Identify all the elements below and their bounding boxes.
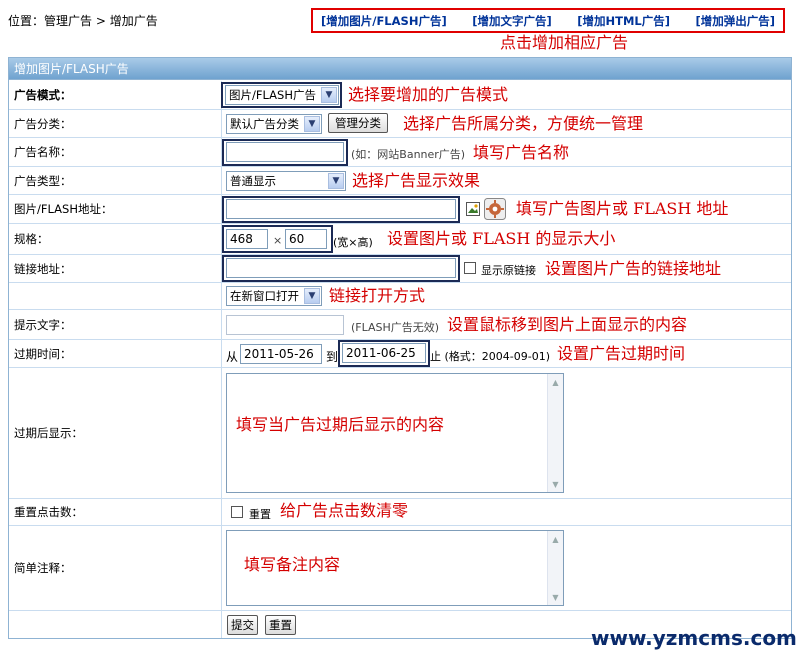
label-expire: 过期时间： — [9, 340, 222, 367]
scrollbar[interactable]: ▲ ▼ — [547, 374, 563, 492]
expire-end-input[interactable]: 2011-06-25 — [342, 343, 426, 363]
upload-gear-icon[interactable] — [484, 198, 506, 220]
ad-type-select-value: 普通显示 — [230, 174, 276, 188]
manage-category-button[interactable]: 管理分类 — [328, 113, 388, 133]
expire-to-label: 到 — [326, 350, 339, 364]
nav-add-popup-ad[interactable]: [增加弹出广告] — [695, 13, 775, 29]
label-actions — [9, 611, 222, 638]
label-url: 图片/FLASH地址： — [9, 195, 222, 223]
label-target — [9, 283, 222, 309]
reset-button[interactable]: 重置 — [265, 615, 296, 635]
label-tip: 提示文字： — [9, 310, 222, 339]
chevron-down-icon: ▼ — [304, 116, 320, 132]
scroll-up-icon[interactable]: ▲ — [548, 374, 563, 390]
mode-select[interactable]: 图片/FLASH广告 ▼ — [225, 85, 339, 105]
reset-clicks-checkbox[interactable] — [231, 506, 243, 518]
label-reset-clicks: 重置点击数： — [9, 499, 222, 525]
ad-name-input[interactable] — [226, 142, 344, 162]
annotation-target: 链接打开方式 — [329, 286, 426, 305]
label-mode: 广告模式： — [9, 81, 222, 109]
category-select-value: 默认广告分类 — [230, 117, 299, 131]
link-target-select-value: 在新窗口打开 — [230, 289, 299, 303]
annotation-expire: 设置广告过期时间 — [557, 344, 686, 363]
scroll-up-icon[interactable]: ▲ — [548, 531, 563, 547]
scroll-down-icon[interactable]: ▼ — [548, 476, 563, 492]
annotation-type: 选择广告显示效果 — [352, 171, 481, 190]
chevron-down-icon: ▼ — [328, 173, 344, 189]
annotation-size: 设置图片或 FLASH 的显示大小 — [387, 229, 616, 248]
scrollbar[interactable]: ▲ ▼ — [547, 531, 563, 605]
tip-text-input[interactable] — [226, 315, 344, 335]
label-size: 规格： — [9, 224, 222, 254]
annotation-tip: 设置鼠标移到图片上面显示的内容 — [447, 315, 688, 334]
row-remark: 简单注释： ▲ ▼ — [9, 526, 791, 611]
expire-start-input[interactable]: 2011-05-26 — [240, 344, 322, 364]
panel-title: 增加图片/FLASH广告 — [9, 58, 791, 80]
row-name: 广告名称： (如：网站Banner广告) — [9, 138, 791, 167]
annotation-category: 选择广告所属分类，方便统一管理 — [403, 114, 644, 133]
watermark-text: www.yzmcms.com — [591, 626, 797, 650]
size-times: × — [273, 234, 283, 247]
row-category: 广告分类： 默认广告分类 ▼ 管理分类 — [9, 110, 791, 138]
reset-clicks-checkbox-label: 重置 — [249, 508, 271, 521]
label-category: 广告分类： — [9, 110, 222, 137]
nav-add-image-flash-ad[interactable]: [增加图片/FLASH广告] — [321, 13, 447, 29]
annotation-nav: 点击增加相应广告 — [500, 33, 629, 52]
breadcrumb: 位置：管理广告 > 增加广告 — [8, 12, 158, 29]
annotation-reset-clicks: 给广告点击数清零 — [280, 501, 409, 520]
breadcrumb-separator: > — [92, 14, 110, 28]
mode-select-value: 图片/FLASH广告 — [229, 88, 316, 102]
annotation-link: 设置图片广告的链接地址 — [545, 259, 722, 278]
image-url-input[interactable] — [226, 199, 456, 219]
ad-type-nav: [增加图片/FLASH广告] [增加文字广告] [增加HTML广告] [增加弹出… — [311, 8, 785, 33]
annotation-expired-show: 填写当广告过期后显示的内容 — [236, 415, 445, 434]
chevron-down-icon: ▼ — [304, 288, 320, 304]
height-input[interactable]: 60 — [285, 229, 327, 249]
label-name: 广告名称： — [9, 138, 222, 166]
annotation-url: 填写广告图片或 FLASH 地址 — [516, 199, 729, 218]
nav-add-text-ad[interactable]: [增加文字广告] — [472, 13, 552, 29]
tip-hint: (FLASH广告无效) — [351, 321, 440, 334]
size-hint: (宽×高) — [333, 236, 373, 249]
annotation-remark: 填写备注内容 — [244, 555, 341, 574]
category-select[interactable]: 默认广告分类 ▼ — [226, 114, 322, 134]
label-type: 广告类型： — [9, 167, 222, 194]
show-original-link-checkbox[interactable] — [464, 262, 476, 274]
annotation-mode: 选择要增加的广告模式 — [348, 85, 509, 104]
breadcrumb-current: 增加广告 — [109, 14, 158, 28]
image-picker-icon[interactable] — [466, 202, 480, 216]
expire-from-label: 从 — [226, 350, 239, 364]
expire-format-hint: 止 (格式：2004-09-01) — [430, 350, 551, 363]
breadcrumb-prefix: 位置： — [8, 14, 45, 28]
name-hint: (如：网站Banner广告) — [351, 148, 466, 161]
link-url-input[interactable] — [226, 258, 456, 278]
scroll-down-icon[interactable]: ▼ — [548, 589, 563, 605]
show-original-link-label: 显示原链接 — [481, 264, 536, 277]
ad-type-select[interactable]: 普通显示 ▼ — [226, 171, 346, 191]
breadcrumb-manage-link[interactable]: 管理广告 — [44, 14, 92, 28]
submit-button[interactable]: 提交 — [227, 615, 258, 635]
label-link: 链接地址： — [9, 255, 222, 282]
annotation-name: 填写广告名称 — [473, 143, 570, 162]
label-remark: 简单注释： — [9, 526, 222, 610]
width-input[interactable]: 468 — [226, 229, 268, 249]
chevron-down-icon: ▼ — [321, 87, 337, 103]
label-expired-show: 过期后显示： — [9, 368, 222, 498]
link-target-select[interactable]: 在新窗口打开 ▼ — [226, 286, 322, 306]
nav-add-html-ad[interactable]: [增加HTML广告] — [577, 13, 670, 29]
